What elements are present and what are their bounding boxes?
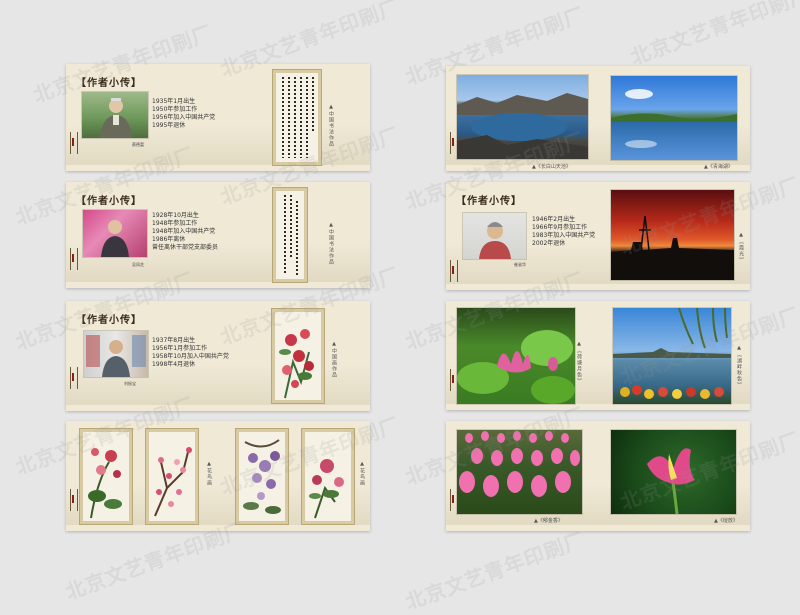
author-portrait (463, 213, 526, 259)
painting-scroll (80, 429, 132, 524)
single-tulip-scene (647, 448, 695, 514)
album-page-left-3: 【作者小传】 1937年8月出生 1956年1月参加工作 1958年10月加入中… (66, 301, 370, 411)
bio-line: 1948年参加工作 (152, 220, 198, 227)
sunset-photo (611, 190, 734, 280)
flower-painting (279, 329, 314, 399)
portrait-figure (100, 98, 132, 138)
bio-line: 1986年离休 (152, 236, 186, 243)
section-heading: 【作者小传】 (456, 196, 522, 207)
crater-lake-scene (457, 93, 588, 159)
tulip-field-photo (457, 430, 582, 514)
author-signature: 蔡德富 (132, 142, 144, 147)
bio-line: 1935年1月出生 (152, 98, 196, 105)
album-page-right-2: 【作者小传】 1946年2月出生 1966年9月参加工作 1983年加入中国共产… (446, 182, 750, 290)
bio-line: 1966年9月参加工作 (532, 224, 588, 231)
wisteria-painting (243, 439, 281, 514)
page-spine (70, 367, 78, 389)
landscape-photo-crater-lake (457, 75, 588, 159)
album-page-right-3: ▲《荷塘月色》 ▲《湖畔秋色》 (446, 301, 750, 410)
bio-line: 1937年8月出生 (152, 337, 196, 344)
landscape-photo-lake (611, 76, 737, 160)
section-heading: 【作者小传】 (76, 196, 142, 207)
bio-line: 1983年加入中国共产党 (532, 232, 596, 239)
album-page-left-2: 【作者小传】 1928年10月出生 1948年参加工作 1948年加入中国共产党… (66, 182, 370, 288)
bio-line: 曾任离休干部党支部委员 (152, 244, 219, 251)
bio-line: 1946年2月出生 (532, 216, 576, 223)
photo-caption: ▲《郁金香》 (534, 518, 563, 524)
bio-line: 1958年10月加入中国共产党 (152, 353, 229, 360)
author-portrait (84, 331, 148, 377)
single-tulip-photo (611, 430, 736, 514)
artwork-caption: ▲中国书法作品 (328, 104, 334, 147)
bio-line: 1956年1月参加工作 (152, 345, 208, 352)
tulip-field-scene (459, 431, 580, 497)
photo-caption: ▲《湖畔秋色》 (736, 345, 742, 388)
artwork-caption: ▲中国书法作品 (328, 222, 334, 265)
author-portrait (82, 92, 148, 138)
peony-painting (309, 459, 344, 519)
flower-painting (88, 448, 122, 519)
bio-line: 1956年加入中国共产党 (152, 114, 216, 121)
calligraphy-scroll (273, 70, 321, 165)
painting-scroll (146, 429, 198, 524)
album-page-right-4: ▲《郁金香》 ▲《绽放》 (446, 421, 750, 531)
album-page-right-1: ▲《长白山天池》 ▲《青海湖》 (446, 66, 750, 171)
photo-caption: ▲《荷塘月色》 (576, 341, 582, 384)
painting-scroll (302, 429, 354, 524)
author-portrait (83, 210, 147, 257)
photo-caption: ▲《青海湖》 (704, 164, 733, 170)
photo-caption: ▲《长白山天池》 (532, 164, 571, 170)
painting-scroll (236, 429, 288, 524)
lotus-photo (457, 308, 575, 404)
bio-line: 1928年10月出生 (152, 212, 199, 219)
lakeside-photo (613, 308, 731, 404)
photo-caption: ▲《绽放》 (714, 518, 738, 524)
author-signature: 刘振宝 (124, 381, 136, 386)
bio-line: 1998年4月退休 (152, 361, 196, 368)
lake-reflection-scene (611, 89, 737, 148)
artwork-caption: ▲花鸟画 (206, 461, 212, 486)
page-spine (70, 132, 78, 154)
portrait-figure (86, 335, 146, 377)
bio-line: 1995年退休 (152, 122, 186, 129)
watermark-text: 北京文艺青年印刷厂 (627, 0, 800, 70)
portrait-figure (479, 222, 511, 259)
album-page-left-4: ▲花鸟画 ▲花鸟画 (66, 421, 370, 531)
watermark-text: 北京文艺青年印刷厂 (402, 527, 588, 615)
lotus-scene (457, 330, 575, 404)
bio-line: 1950年参加工作 (152, 106, 198, 113)
bio-line: 2002年退休 (532, 240, 566, 247)
page-spine (450, 260, 458, 282)
calligraphy-scroll (273, 188, 307, 282)
sunset-scene (611, 215, 734, 280)
author-signature: 崔淑华 (514, 262, 526, 267)
photo-caption: ▲《霞光》 (738, 232, 744, 263)
section-heading: 【作者小传】 (76, 315, 142, 326)
album-page-left-1: 【作者小传】 1935年1月出生 1950年参加工作 1956年加入中国共产党 … (66, 64, 370, 171)
painting-scroll (272, 309, 324, 403)
artwork-caption: ▲中国画作品 (331, 341, 337, 378)
plum-blossom-painting (154, 447, 192, 517)
portrait-figure (101, 220, 129, 257)
author-signature: 吴凤芝 (132, 262, 144, 267)
bio-line: 1948年加入中国共产党 (152, 228, 216, 235)
artwork-caption: ▲花鸟画 (359, 461, 365, 486)
page-spine (70, 489, 78, 511)
lakeside-scene (613, 308, 731, 399)
page-spine (70, 248, 78, 270)
section-heading: 【作者小传】 (76, 78, 142, 89)
